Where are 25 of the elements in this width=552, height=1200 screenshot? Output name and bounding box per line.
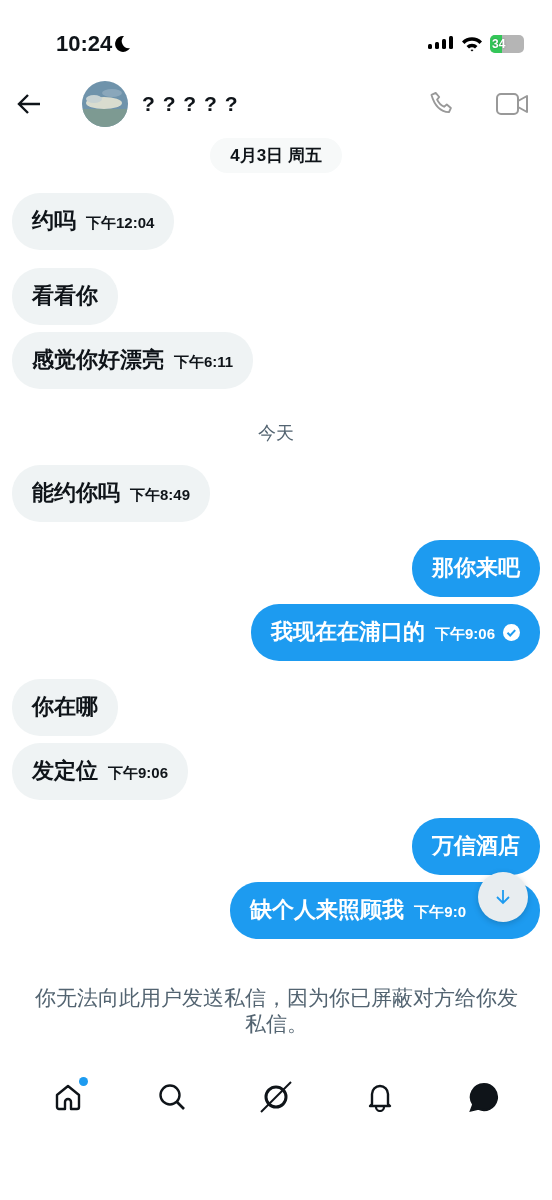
status-time: 10:24 (56, 31, 113, 57)
message-bubble: 那你来吧 (412, 540, 540, 597)
slashed-circle-icon[interactable] (259, 1080, 293, 1114)
message-bubble: 发定位 下午9:06 (12, 743, 189, 800)
message-bubble: 约吗 下午12:04 (12, 193, 175, 250)
contact-name[interactable]: ? ? ? ? ? (142, 92, 239, 116)
date-divider: 4月3日 周五 (210, 138, 342, 173)
message-bubble: 你在哪 (12, 679, 118, 736)
message-bubble: 我现在在浦口的 下午9:06 (250, 604, 540, 661)
message-bubble: 感觉你好漂亮 下午6:11 (12, 332, 254, 389)
video-call-icon[interactable] (496, 92, 528, 116)
signal-icon (428, 36, 454, 52)
chat-bubble-icon[interactable] (468, 1081, 500, 1113)
search-icon[interactable] (157, 1082, 187, 1112)
message-bubble: 看看你 (12, 268, 118, 325)
wifi-icon (461, 36, 483, 52)
bell-icon[interactable] (366, 1082, 394, 1112)
message-bubble: 万信酒店 (412, 818, 540, 875)
blocked-notice: 你无法向此用户发送私信，因为你已屏蔽对方给你发私信。 (34, 985, 518, 1037)
message-bubble: 缺个人来照顾我 下午9:0 (230, 882, 540, 939)
moon-icon (115, 35, 132, 53)
back-icon[interactable] (16, 93, 42, 115)
arrow-down-icon (495, 888, 511, 906)
message-bubble: 能约你吗 下午8:49 (12, 465, 211, 522)
date-divider: 今天 (258, 422, 294, 445)
